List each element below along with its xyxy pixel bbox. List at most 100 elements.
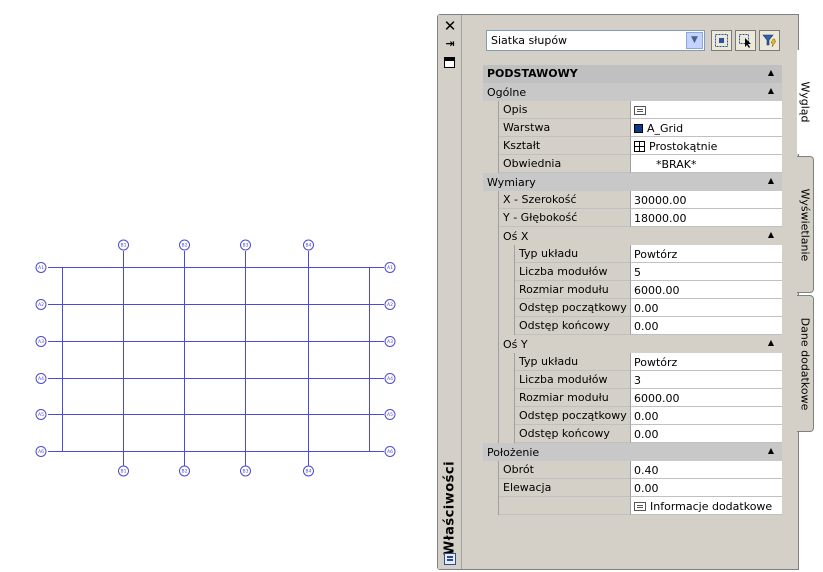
row-indent [483, 299, 499, 317]
property-row-y-depth[interactable]: Y - Głębokość 18000.00 [483, 209, 782, 227]
property-name: Rozmiar modułu [515, 389, 631, 407]
property-row-rotation[interactable]: Obrót 0.40 [483, 461, 782, 479]
collapse-icon[interactable]: ▲ [768, 68, 774, 77]
row-indent [483, 371, 499, 389]
additional-info-label: Informacje dodatkowe [650, 500, 773, 513]
property-value[interactable]: 6000.00 [631, 281, 782, 299]
property-row-y-start-offset[interactable]: Odstęp początkowy 0.00 [483, 407, 782, 425]
property-value[interactable]: 6000.00 [631, 389, 782, 407]
property-value[interactable] [631, 101, 782, 119]
property-value[interactable]: 3 [631, 371, 782, 389]
property-name: Opis [499, 101, 631, 119]
property-value[interactable]: 0.00 [631, 425, 782, 443]
additional-info-button[interactable]: Informacje dodatkowe [631, 497, 782, 515]
category-dimensions[interactable]: Wymiary ▲ [483, 173, 782, 191]
grid-shape-icon [634, 141, 645, 152]
section-basic[interactable]: PODSTAWOWY ▲ [483, 65, 782, 83]
property-value[interactable]: Powtórz [631, 353, 782, 371]
row-indent [483, 137, 499, 155]
tab-view[interactable]: Wygląd [797, 50, 814, 154]
pickadd-button[interactable] [711, 30, 732, 51]
quick-select-button[interactable] [759, 30, 780, 51]
property-value[interactable]: Powtórz [631, 245, 782, 263]
property-value[interactable]: 0.00 [631, 407, 782, 425]
property-name: Obwiednia [499, 155, 631, 173]
layer-color-swatch [634, 124, 643, 133]
category-title: Położenie [487, 446, 540, 459]
object-type-value: Siatka słupów [491, 34, 568, 47]
property-row-y-count[interactable]: Liczba modułów 3 [483, 371, 782, 389]
autohide-icon[interactable]: ⇥ [443, 37, 457, 51]
col-bubble-bottom-label: B3 [243, 469, 249, 475]
property-value[interactable]: *BRAK* [631, 155, 782, 173]
property-row-y-layout-type[interactable]: Typ układu Powtórz [483, 353, 782, 371]
properties-palette: ✕ ⇥ Właściwości Siatka słupów ▼ PODSTAWO… [437, 14, 799, 570]
property-row-elevation[interactable]: Elewacja 0.00 [483, 479, 782, 497]
collapse-icon[interactable]: ▲ [768, 86, 774, 95]
close-icon[interactable]: ✕ [443, 19, 457, 34]
property-name: Warstwa [499, 119, 631, 137]
property-value[interactable]: 30000.00 [631, 191, 782, 209]
property-value[interactable]: 0.00 [631, 317, 782, 335]
collapse-icon[interactable]: ▲ [768, 230, 774, 239]
note-icon[interactable] [634, 106, 646, 115]
select-objects-button[interactable] [735, 30, 756, 51]
property-value[interactable]: 0.40 [631, 461, 782, 479]
property-row-y-end-offset[interactable]: Odstęp końcowy 0.00 [483, 425, 782, 443]
drawing-canvas[interactable]: A1 A1 A2 A2 A3 A3 A4 A4 A5 A5 A6 A6 B1 B1 B2 B2 B3 B3 B4 B4 [0, 0, 430, 572]
property-value[interactable]: A_Grid [631, 119, 782, 137]
property-row-description[interactable]: Opis [483, 101, 782, 119]
category-location[interactable]: Położenie ▲ [483, 443, 782, 461]
property-value[interactable]: 0.00 [631, 299, 782, 317]
category-title: Oś X [503, 230, 529, 243]
property-value[interactable]: 18000.00 [631, 209, 782, 227]
row-indent [499, 407, 515, 425]
property-value[interactable]: Prostokątnie [631, 137, 782, 155]
tab-extra-data[interactable]: Dane dodatkowe [797, 295, 814, 432]
category-general[interactable]: Ogólne ▲ [483, 83, 782, 101]
property-row-x-width[interactable]: X - Szerokość 30000.00 [483, 191, 782, 209]
row-indent [499, 389, 515, 407]
property-row-x-layout-type[interactable]: Typ układu Powtórz [483, 245, 782, 263]
tab-display[interactable]: Wyświetlanie [797, 156, 814, 293]
row-indent [483, 227, 499, 245]
properties-menu-icon[interactable] [443, 56, 457, 70]
property-row-boundary[interactable]: Obwiednia *BRAK* [483, 155, 782, 173]
row-indent [483, 191, 499, 209]
property-row-shape[interactable]: Kształt Prostokątnie [483, 137, 782, 155]
category-axis-y[interactable]: Oś Y ▲ [483, 335, 782, 353]
select-objects-icon [739, 34, 751, 48]
palette-titlebar[interactable]: ✕ ⇥ Właściwości [438, 15, 462, 569]
col-bubble-top-label: B2 [182, 243, 188, 249]
column-grid[interactable] [48, 251, 384, 467]
object-type-select[interactable]: Siatka słupów ▼ [486, 30, 705, 51]
property-row-x-start-offset[interactable]: Odstęp początkowy 0.00 [483, 299, 782, 317]
property-row-y-module-size[interactable]: Rozmiar modułu 6000.00 [483, 389, 782, 407]
property-value[interactable]: 5 [631, 263, 782, 281]
shape-value: Prostokątnie [649, 140, 718, 153]
category-title: Wymiary [487, 176, 536, 189]
property-row-x-count[interactable]: Liczba modułów 5 [483, 263, 782, 281]
row-indent [483, 317, 499, 335]
palette-options-icon[interactable] [444, 553, 456, 565]
collapse-icon[interactable]: ▲ [768, 446, 774, 455]
row-bubble-right-label: A6 [387, 449, 393, 455]
property-row-x-module-size[interactable]: Rozmiar modułu 6000.00 [483, 281, 782, 299]
category-axis-x[interactable]: Oś X ▲ [483, 227, 782, 245]
collapse-icon[interactable]: ▲ [768, 176, 774, 185]
note-icon [634, 502, 646, 511]
col-bubble-top-label: B3 [243, 243, 249, 249]
property-name: Typ układu [515, 353, 631, 371]
row-indent [483, 263, 499, 281]
collapse-icon[interactable]: ▲ [768, 338, 774, 347]
property-value[interactable]: 0.00 [631, 479, 782, 497]
property-row-x-end-offset[interactable]: Odstęp końcowy 0.00 [483, 317, 782, 335]
property-name: Liczba modułów [515, 263, 631, 281]
property-row-additional-info[interactable]: Informacje dodatkowe [483, 497, 782, 515]
chevron-down-icon[interactable]: ▼ [686, 32, 703, 49]
property-name: Odstęp początkowy [515, 407, 631, 425]
property-row-layer[interactable]: Warstwa A_Grid [483, 119, 782, 137]
row-indent [483, 461, 499, 479]
section-title: PODSTAWOWY [487, 67, 578, 80]
funnel-lightning-icon [762, 34, 777, 48]
